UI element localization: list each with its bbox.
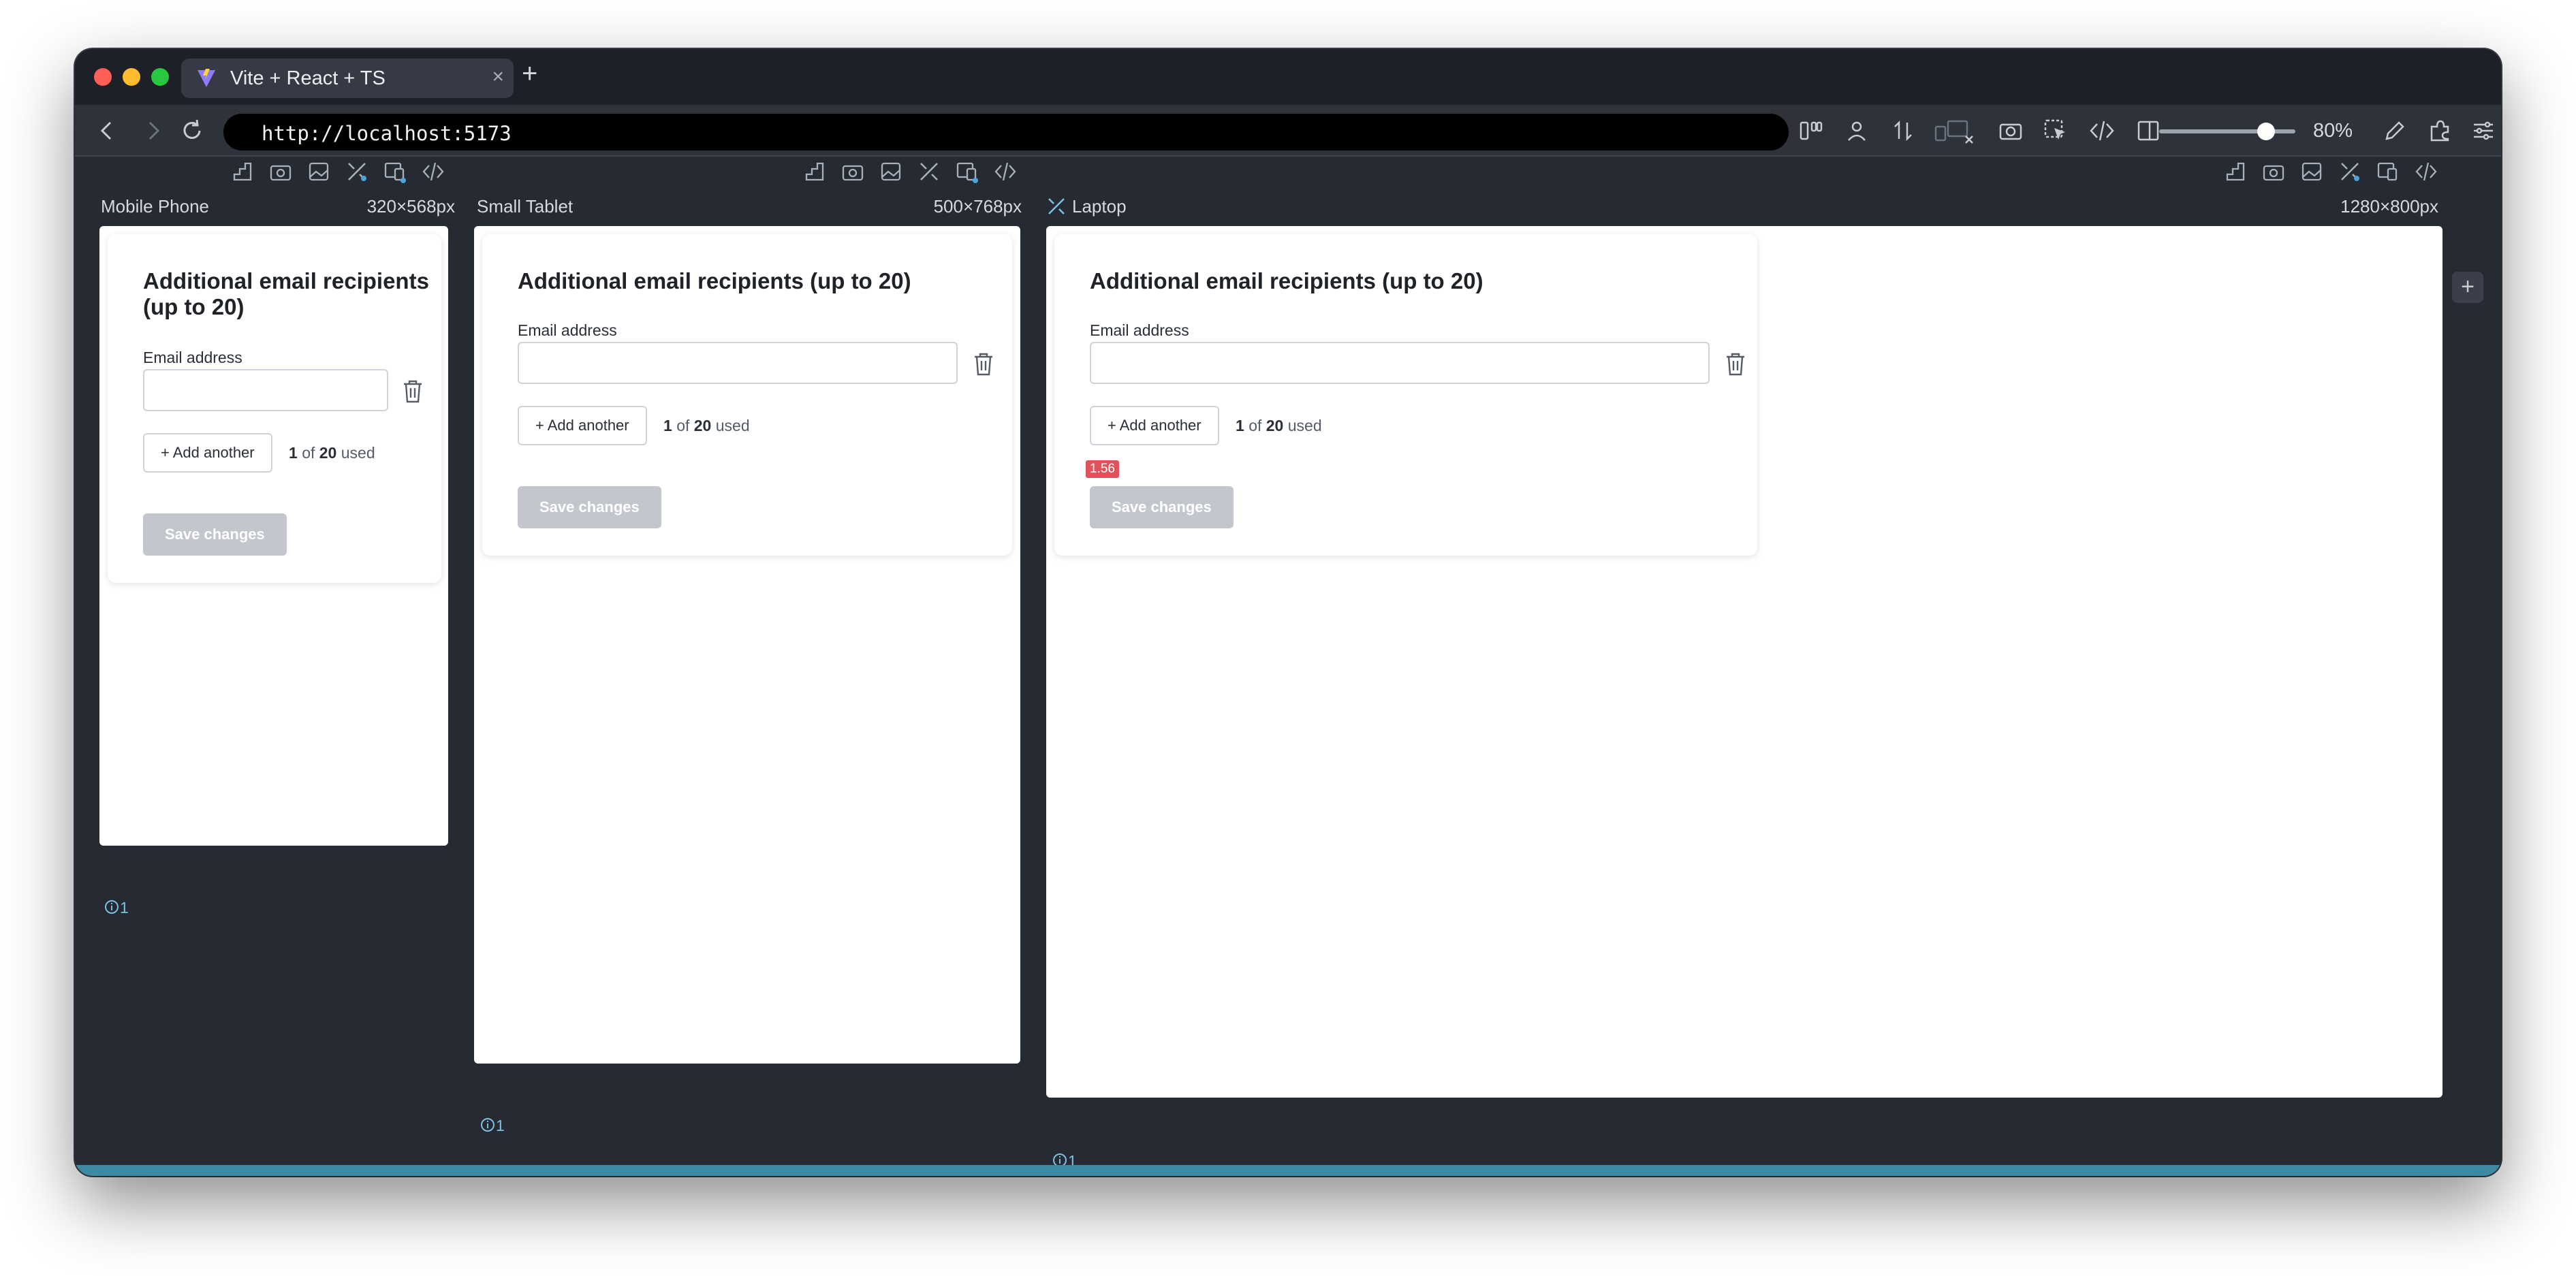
minimize-window-button[interactable] [123, 68, 140, 86]
laptop-device-toolbar [2223, 159, 2455, 187]
info-icon [481, 1118, 494, 1132]
reload-icon[interactable] [178, 117, 206, 144]
device-label-tablet: Small Tablet [477, 196, 574, 217]
settings-icon[interactable] [2470, 117, 2497, 144]
tab-close-icon[interactable]: × [492, 67, 504, 87]
code-icon[interactable] [993, 159, 1018, 184]
trash-icon[interactable] [1723, 351, 1748, 377]
new-tab-button[interactable]: + [522, 60, 537, 87]
browser-tab[interactable]: Vite + React + TS × [181, 59, 514, 98]
trash-icon[interactable] [400, 379, 425, 404]
mobile-device-toolbar [230, 159, 530, 187]
image-icon[interactable] [879, 159, 903, 184]
cursor-icon[interactable] [2042, 117, 2069, 144]
tablet-device-toolbar [802, 159, 1102, 187]
browser-window: Vite + React + TS × + http://localhost:5… [75, 49, 2501, 1176]
save-changes-button[interactable]: Save changes [518, 486, 661, 528]
vite-logo-icon [198, 69, 215, 87]
contrast-ratio-badge[interactable]: 1.56 [1086, 460, 1119, 478]
title-bar: Vite + React + TS × + [75, 49, 2501, 105]
trash-icon[interactable] [971, 351, 996, 377]
zoom-value: 80% [2313, 120, 2353, 142]
zoom-slider-handle[interactable] [2257, 123, 2275, 140]
responsive-preview-area: Mobile Phone 320×568px Additional email … [75, 158, 2501, 1176]
sidebar-icon[interactable] [2135, 117, 2162, 144]
add-another-button[interactable]: + Add another [518, 406, 647, 445]
device-sync-icon[interactable] [2376, 159, 2400, 184]
address-bar[interactable]: http://localhost:5173 [223, 114, 1789, 150]
zoom-window-button[interactable] [151, 68, 169, 86]
forward-icon[interactable] [139, 117, 166, 144]
code-icon[interactable] [2414, 159, 2438, 184]
camera-icon[interactable] [268, 159, 293, 184]
tools-icon[interactable] [2338, 159, 2362, 184]
device-label-laptop: Laptop [1072, 196, 1127, 217]
tools-icon[interactable] [917, 159, 941, 184]
close-window-button[interactable] [94, 68, 112, 86]
device-size-mobile: 320×568px [366, 196, 455, 217]
info-counter-mobile[interactable]: 1 [104, 899, 129, 917]
email-label: Email address [1090, 321, 1189, 339]
recipients-card: Additional email recipients (up to 20) E… [1054, 234, 1757, 556]
layout-icon[interactable] [1797, 117, 1824, 144]
ruler-icon[interactable] [802, 159, 827, 184]
info-counter-tablet[interactable]: 1 [480, 1117, 505, 1135]
usage-counter: 1 of 20 used [663, 417, 750, 434]
code-icon[interactable] [421, 159, 445, 184]
camera-icon[interactable] [2261, 159, 2286, 184]
email-field[interactable] [143, 369, 388, 411]
add-device-button[interactable]: + [2452, 272, 2483, 303]
image-icon[interactable] [2299, 159, 2324, 184]
camera-icon[interactable] [841, 159, 865, 184]
device-sync-icon[interactable] [955, 159, 979, 184]
url-text: http://localhost:5173 [262, 122, 512, 145]
user-icon[interactable] [1843, 117, 1870, 144]
card-title: Additional email recipients (up to 20) [143, 268, 429, 319]
extension-icon[interactable] [2426, 117, 2453, 144]
add-another-button[interactable]: + Add another [143, 433, 272, 473]
back-icon[interactable] [94, 117, 121, 144]
ruler-icon[interactable] [2223, 159, 2248, 184]
arrows-icon[interactable] [1889, 117, 1917, 144]
device-sync-icon[interactable] [383, 159, 407, 184]
info-icon [105, 900, 119, 914]
tablet-frame: Additional email recipients (up to 20) E… [474, 226, 1020, 1064]
email-label: Email address [518, 321, 617, 339]
email-field[interactable] [518, 342, 958, 384]
browser-toolbar: http://localhost:5173 80% [75, 105, 2501, 157]
usage-counter: 1 of 20 used [289, 444, 375, 462]
tab-title: Vite + React + TS [230, 67, 386, 89]
recipients-card: Additional email recipients (up to 20) E… [482, 234, 1012, 556]
pen-icon[interactable] [2381, 117, 2408, 144]
device-label-mobile: Mobile Phone [101, 196, 209, 217]
code-icon[interactable] [2088, 117, 2116, 144]
tools-icon [1048, 198, 1065, 214]
ruler-icon[interactable] [230, 159, 255, 184]
save-changes-button[interactable]: Save changes [1090, 486, 1234, 528]
recipients-card: Additional email recipients (up to 20) E… [108, 234, 441, 583]
device-size-laptop: 1280×800px [2340, 196, 2438, 217]
devices-off-icon[interactable] [1934, 117, 1975, 144]
laptop-frame: Additional email recipients (up to 20) E… [1046, 226, 2443, 1098]
usage-counter: 1 of 20 used [1236, 417, 1322, 434]
image-icon[interactable] [307, 159, 331, 184]
device-size-tablet: 500×768px [933, 196, 1022, 217]
zoom-slider[interactable] [2159, 129, 2295, 133]
save-changes-button[interactable]: Save changes [143, 513, 287, 556]
add-another-button[interactable]: + Add another [1090, 406, 1219, 445]
camera-icon[interactable] [1997, 117, 2024, 144]
email-field[interactable] [1090, 342, 1710, 384]
mobile-frame: Additional email recipients (up to 20) E… [99, 226, 448, 846]
email-label: Email address [143, 349, 242, 366]
bottom-status-bar [75, 1165, 2501, 1176]
card-title: Additional email recipients (up to 20) [518, 268, 911, 293]
card-title: Additional email recipients (up to 20) [1090, 268, 1483, 293]
tools-icon[interactable] [345, 159, 369, 184]
